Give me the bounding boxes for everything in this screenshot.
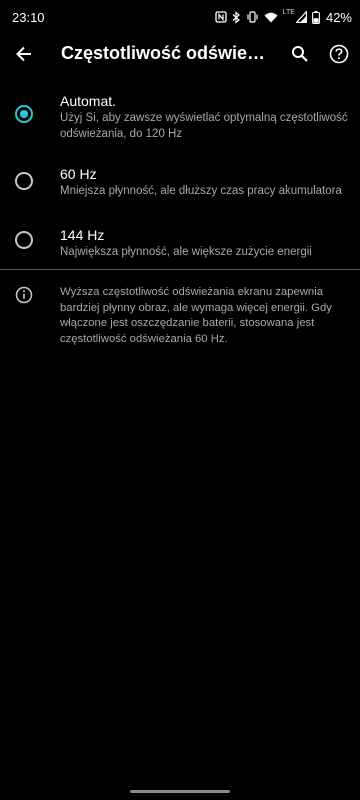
radio-144hz[interactable]	[15, 231, 33, 249]
info-icon	[15, 286, 33, 304]
option-144hz[interactable]: 144 Hz Największa płynność, ale większe …	[0, 227, 360, 293]
status-icons: LTE 42%	[214, 8, 352, 25]
nfc-icon	[214, 11, 227, 23]
info-text: Wyższa częstotliwość odświeżania ekranu …	[60, 286, 332, 345]
radio-auto[interactable]	[15, 105, 33, 123]
option-auto-subtitle: Użyj Si, aby zawsze wyświetlać optymalną…	[60, 112, 348, 140]
wifi-icon	[264, 12, 278, 23]
option-auto[interactable]: Automat. Użyj Si, aby zawsze wyświetlać …	[0, 88, 360, 154]
divider	[0, 269, 360, 270]
battery-icon	[312, 10, 320, 24]
home-indicator[interactable]	[130, 790, 230, 793]
search-button[interactable]	[286, 40, 314, 68]
option-60hz[interactable]: 60 Hz Mniejsza płynność, ale dłuższy cza…	[0, 163, 360, 229]
status-bar: 23:10 LTE 42%	[0, 0, 360, 34]
vibrate-icon	[246, 11, 259, 23]
screen: 23:10 LTE 42% Częstotliwość odświeża Aut…	[0, 0, 360, 800]
battery-percentage: 42%	[325, 9, 352, 25]
option-144hz-subtitle: Największa płynność, ale większe zużycie…	[60, 246, 312, 258]
signal-icon	[295, 11, 307, 23]
option-144hz-title: 144 Hz	[60, 227, 105, 243]
bluetooth-icon	[232, 10, 241, 24]
app-bar: Częstotliwość odświeżania	[0, 34, 360, 74]
page-title: Częstotliwość odświeżania	[61, 43, 267, 63]
arrow-back-icon	[16, 46, 31, 62]
help-button[interactable]	[325, 40, 353, 68]
option-60hz-subtitle: Mniejsza płynność, ale dłuższy czas prac…	[60, 185, 342, 197]
search-icon	[292, 46, 308, 62]
network-type-label: LTE	[282, 8, 295, 16]
option-60hz-title: 60 Hz	[60, 166, 97, 182]
help-icon	[329, 44, 349, 64]
status-time: 23:10	[12, 9, 45, 25]
back-button[interactable]	[10, 40, 38, 68]
option-auto-title: Automat.	[60, 93, 117, 109]
radio-60hz[interactable]	[15, 172, 33, 190]
